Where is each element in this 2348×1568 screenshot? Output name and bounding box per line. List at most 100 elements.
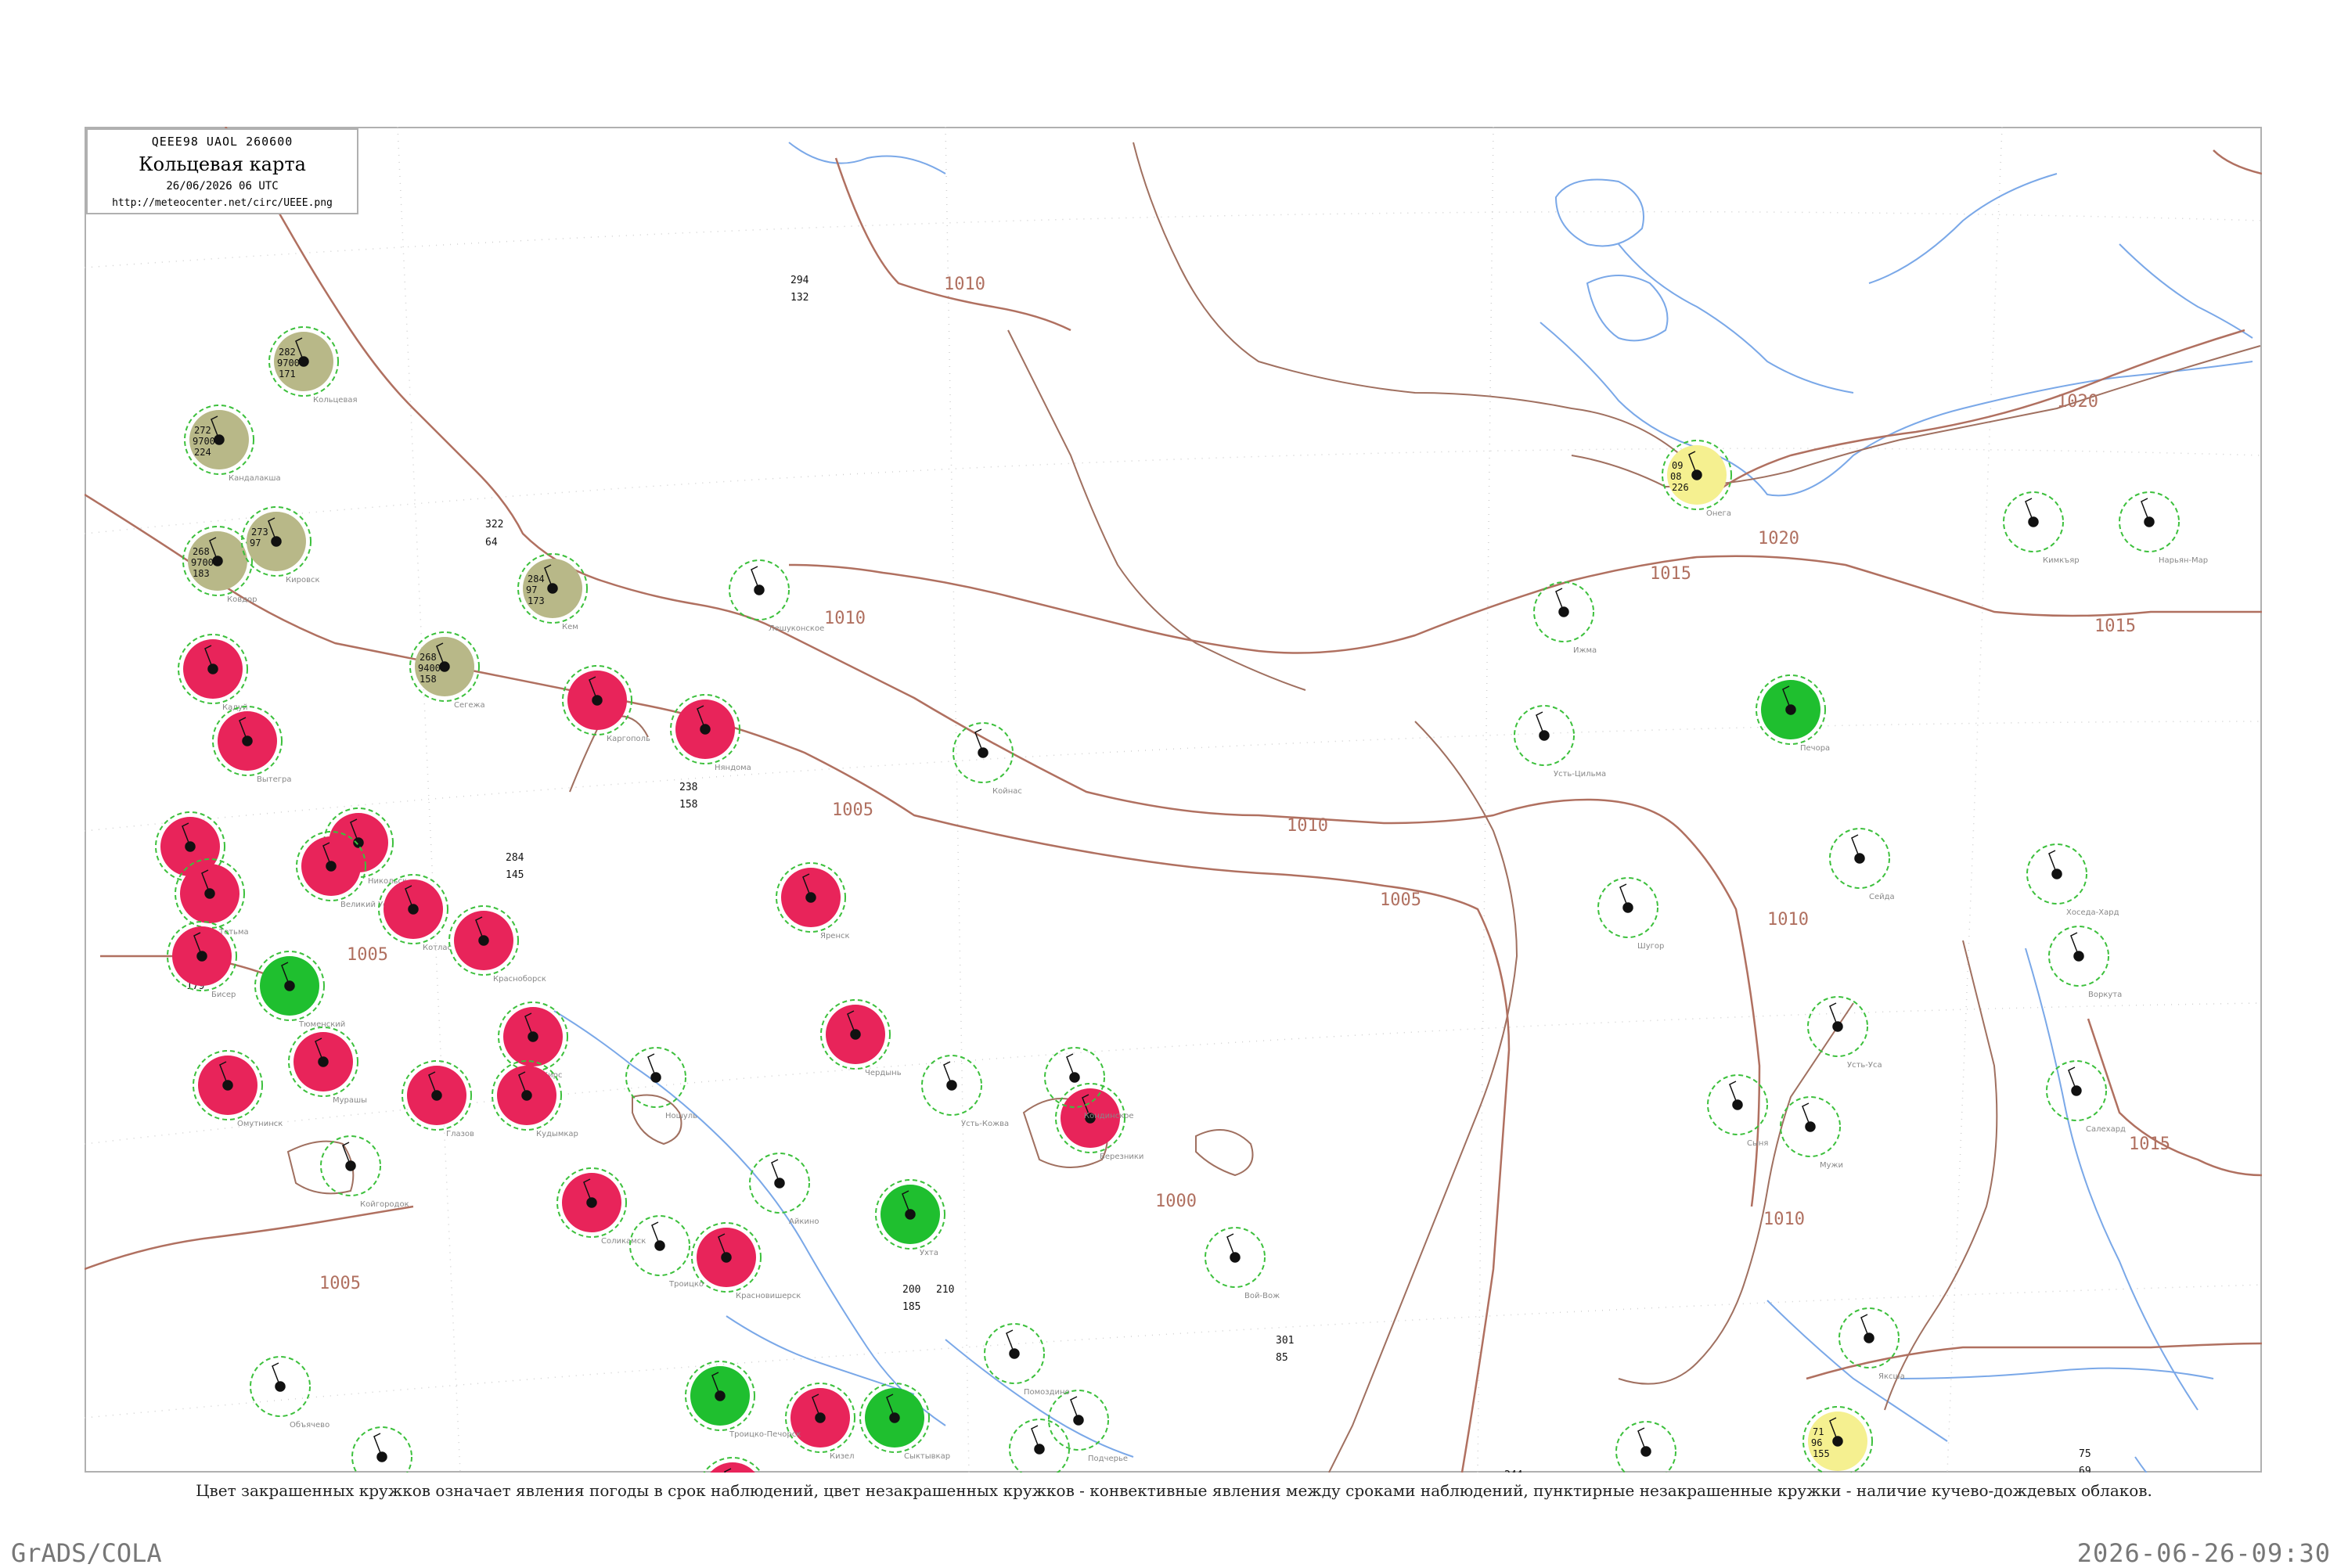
station-name: Усть-Цильма	[1554, 770, 1606, 779]
station-name: Усть-Уса	[1847, 1061, 1882, 1070]
station-rain[interactable]: Красноборск	[448, 905, 546, 984]
pressure-value: 9700	[277, 358, 300, 369]
station-name: Котлас	[423, 944, 452, 952]
station-value: 301	[1276, 1335, 1294, 1347]
station-cb[interactable]: Ертом	[1009, 1419, 1074, 1473]
station-value: 145	[506, 869, 524, 881]
station-name: Сегежа	[454, 701, 485, 710]
station-name: Ношуль	[665, 1112, 697, 1120]
station-name: Кандалакша	[229, 474, 281, 483]
station-cb[interactable]: Воркута	[2048, 926, 2122, 999]
station-cb[interactable]: Летка	[351, 1426, 416, 1473]
station-name: Бисер	[211, 991, 236, 999]
station-rain[interactable]: Няндома	[670, 694, 751, 772]
station-cb[interactable]: Сейда	[1829, 828, 1895, 901]
station-name: Воркута	[2088, 991, 2122, 999]
station-fog[interactable]: 2689700183 Ковдор	[182, 526, 257, 604]
render-timestamp: 2026-06-26-09:30	[2076, 1538, 2331, 1568]
station-fog[interactable]: 28497173 Кем	[517, 553, 588, 631]
station-haze[interactable]: 7196155Усть-Кулом	[1802, 1406, 1894, 1473]
station-cb[interactable]: Вой-Вож	[1205, 1227, 1280, 1300]
station-cb[interactable]: Усть-Кожва	[921, 1055, 1009, 1128]
station-rain[interactable]: Чердынь	[820, 999, 902, 1077]
station-name: Красновишерск	[736, 1292, 801, 1300]
station-cb[interactable]: Лешуконское	[729, 559, 824, 633]
isobar-label: 1020	[1758, 529, 1799, 548]
station-shower[interactable]: Сыктывкар	[859, 1383, 950, 1461]
station-cb[interactable]: Шугор	[1597, 877, 1664, 951]
visibility-value: 183	[193, 568, 210, 579]
pressure-value: 97	[526, 584, 537, 595]
station-rain[interactable]: Мурашы	[288, 1027, 367, 1105]
station-fog[interactable]: 2829700171 Кольцевая	[268, 326, 358, 405]
station-name: Кольцевая	[313, 396, 358, 405]
station-cb[interactable]: Шаим	[1615, 1421, 1680, 1473]
visibility-value: 155	[1813, 1448, 1830, 1459]
station-name: Вытегра	[257, 775, 291, 784]
station-cb[interactable]: Ижма	[1533, 581, 1597, 655]
station-name: Ижма	[1573, 646, 1597, 655]
station-name: Ковдор	[227, 595, 257, 604]
station-rain[interactable]: Яренск	[776, 862, 850, 940]
station-cb[interactable]: Хоседа-Хард	[2026, 843, 2119, 917]
isobar-label: 1010	[1287, 816, 1328, 836]
station-shower[interactable]: Ухта	[875, 1179, 945, 1257]
station-name: Березники	[1100, 1153, 1143, 1161]
station-rain[interactable]: Кадуй	[178, 634, 248, 712]
station-cb[interactable]: Ношуль	[625, 1047, 697, 1120]
station-rain[interactable]: Кудымкар	[492, 1060, 578, 1138]
station-cb[interactable]: Кимкъяр	[2003, 491, 2080, 565]
station-shower[interactable]: Тюменский	[254, 951, 345, 1029]
map-title: Кольцевая карта	[139, 153, 306, 175]
station-rain[interactable]: Котлас	[378, 874, 452, 952]
station-cb[interactable]: Помоздино	[984, 1323, 1070, 1397]
station-cb[interactable]: Яксша	[1838, 1307, 1905, 1381]
graticule	[85, 127, 2262, 1473]
station-rain[interactable]: Глазов	[402, 1060, 474, 1138]
station-cb[interactable]: Усть-Уса	[1807, 996, 1882, 1070]
cb-ring	[351, 1426, 412, 1473]
station-name: Сейда	[1869, 893, 1895, 901]
station-shower[interactable]: Печора	[1756, 674, 1830, 753]
station-name: Кудымкар	[536, 1130, 578, 1138]
station-rain[interactable]: Омутнинск	[193, 1050, 283, 1128]
station-fog[interactable]: 27397 Кировск	[241, 506, 320, 584]
software-credit: GrADS/COLA	[11, 1538, 162, 1568]
station-cb[interactable]: Мужи	[1780, 1096, 1843, 1170]
source-url[interactable]: http://meteocenter.net/circ/UEEE.png	[88, 197, 357, 209]
temperature-value: 273	[251, 527, 268, 538]
station-rain[interactable]: Лысьва	[698, 1457, 772, 1473]
pressure-value: 9400	[418, 663, 441, 674]
station-name: Нарьян-Мар	[2159, 556, 2208, 565]
station-cb[interactable]: Объячево	[250, 1356, 330, 1430]
station-cb[interactable]: Койнас	[953, 722, 1022, 796]
station-fog[interactable]: 2729700224 Кандалакша	[184, 405, 281, 483]
station-rain[interactable]: Кизел	[785, 1383, 855, 1461]
rivers	[553, 142, 2253, 1473]
station-cb[interactable]: Нарьян-Мар	[2119, 491, 2208, 565]
station-value: 158	[679, 799, 697, 811]
station-cb[interactable]: Подчерье	[1048, 1390, 1128, 1463]
station-name: Кимкъяр	[2043, 556, 2080, 565]
isobar-label: 1010	[944, 275, 985, 294]
station-value: 284	[506, 852, 524, 864]
pressure-value: 9700	[191, 557, 214, 568]
station-cb[interactable]: Койгородок	[320, 1135, 409, 1209]
station-value: 185	[902, 1301, 920, 1313]
station-rain[interactable]: Березники	[1055, 1083, 1143, 1161]
station-name: Каргополь	[607, 735, 650, 743]
station-cb[interactable]: Усть-Цильма	[1514, 705, 1606, 779]
station-name: Онега	[1706, 509, 1731, 518]
station-rain[interactable]: Вытегра	[212, 706, 291, 784]
station-name: Подчерье	[1088, 1455, 1128, 1463]
station-haze[interactable]: 0908226 Онега	[1662, 440, 1732, 518]
station-name: Соликамск	[601, 1237, 646, 1246]
station-shower[interactable]: Троицко-Печорск	[685, 1361, 801, 1439]
station-rain[interactable]: Красновишерск	[691, 1222, 801, 1300]
isobar-label: 1000	[1155, 1192, 1197, 1211]
station-cb[interactable]: Айкино	[749, 1153, 819, 1226]
synoptic-map: 1010102010201020101510151010100510101005…	[85, 127, 2262, 1473]
station-fog[interactable]: 2689400158 Сегежа	[409, 631, 485, 710]
station-name: Троицко-Печорск	[729, 1430, 801, 1439]
lakes	[1554, 178, 1669, 342]
